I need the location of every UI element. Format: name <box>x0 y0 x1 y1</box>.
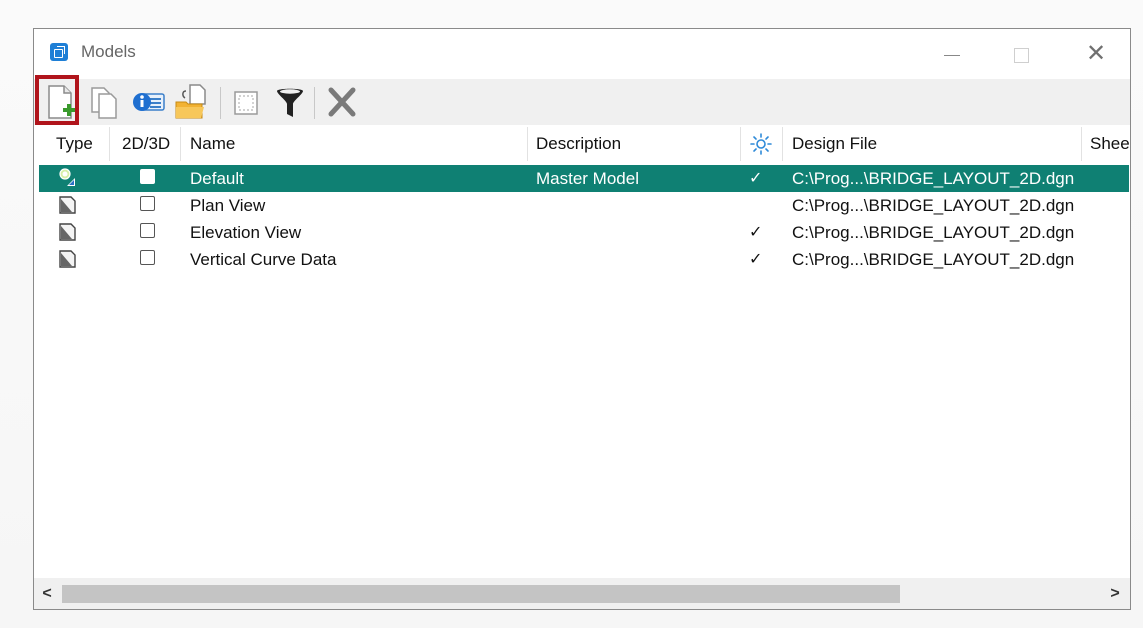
scroll-left-button[interactable]: < <box>36 578 58 609</box>
delete-x-icon <box>328 87 356 117</box>
column-name[interactable]: Name <box>190 127 235 161</box>
models-dialog: Models ✕ Type 2D/3D Name Description Des… <box>33 28 1131 610</box>
model-row-plan-view[interactable]: Plan View C:\Prog...\BRIDGE_LAYOUT_2D.dg… <box>39 192 1129 219</box>
scroll-right-button[interactable]: > <box>1104 578 1126 609</box>
column-type[interactable]: Type <box>56 127 93 161</box>
active-checkmark: ✓ <box>749 224 763 241</box>
column-active[interactable] <box>750 127 774 161</box>
close-button[interactable]: ✕ <box>1074 37 1118 71</box>
copy-model-button[interactable] <box>84 82 124 122</box>
2d3d-checkbox[interactable] <box>140 196 155 211</box>
window-title: Models <box>81 42 136 61</box>
horizontal-scrollbar[interactable]: < > <box>34 578 1130 609</box>
column-2d3d[interactable]: 2D/3D <box>122 127 170 161</box>
column-divider <box>109 127 110 161</box>
properties-icon <box>133 93 165 111</box>
model-name: Plan View <box>190 196 266 215</box>
column-sheet[interactable]: Shee <box>1090 127 1130 161</box>
drawing-model-icon <box>59 250 76 268</box>
create-model-highlight <box>35 75 79 125</box>
column-design-file[interactable]: Design File <box>792 127 877 161</box>
drawing-model-icon <box>59 223 76 241</box>
default-model-icon <box>59 168 75 186</box>
select-model-button[interactable] <box>226 82 266 122</box>
import-folder-icon <box>175 84 206 119</box>
column-divider <box>180 127 181 161</box>
delete-button[interactable] <box>322 82 362 122</box>
minimize-button[interactable] <box>930 37 974 71</box>
title-bar: Models ✕ <box>34 29 1130 79</box>
2d3d-checkbox[interactable] <box>140 250 155 265</box>
model-name: Elevation View <box>190 223 302 242</box>
model-design-file: C:\Prog...\BRIDGE_LAYOUT_2D.dgn <box>792 196 1075 215</box>
copy-icon <box>91 87 117 119</box>
model-design-file: C:\Prog...\BRIDGE_LAYOUT_2D.dgn <box>792 169 1075 188</box>
models-app-icon <box>50 43 68 61</box>
model-row-elevation-view[interactable]: Elevation View ✓ C:\Prog...\BRIDGE_LAYOU… <box>39 219 1129 246</box>
active-sun-icon <box>750 133 772 155</box>
maximize-button[interactable] <box>999 37 1043 71</box>
toolbar-separator <box>314 87 315 119</box>
model-name: Default <box>190 169 244 188</box>
import-model-button[interactable] <box>172 82 212 122</box>
scrollbar-thumb[interactable] <box>62 585 900 603</box>
model-row-default[interactable]: Default Master Model ✓ C:\Prog...\BRIDGE… <box>39 165 1129 192</box>
select-box-icon <box>234 91 258 115</box>
model-row-vertical-curve-data[interactable]: Vertical Curve Data ✓ C:\Prog...\BRIDGE_… <box>39 246 1129 273</box>
active-checkmark: ✓ <box>749 251 763 268</box>
column-description[interactable]: Description <box>536 127 621 161</box>
model-name: Vertical Curve Data <box>190 250 337 269</box>
filter-button[interactable] <box>270 82 310 122</box>
column-divider <box>782 127 783 161</box>
column-divider <box>740 127 741 161</box>
column-divider <box>1081 127 1082 161</box>
maximize-icon <box>1013 47 1029 63</box>
2d3d-checkbox[interactable] <box>140 223 155 238</box>
minimize-icon <box>944 54 960 56</box>
toolbar-separator <box>220 87 221 119</box>
edit-properties-button[interactable] <box>128 82 168 122</box>
list-header: Type 2D/3D Name Description Design File … <box>34 127 1130 161</box>
2d3d-checkbox[interactable] <box>140 169 155 184</box>
active-checkmark: ✓ <box>749 170 763 187</box>
drawing-model-icon <box>59 196 76 214</box>
filter-icon <box>277 88 303 117</box>
toolbar <box>34 79 1130 125</box>
model-description: Master Model <box>536 169 639 188</box>
model-design-file: C:\Prog...\BRIDGE_LAYOUT_2D.dgn <box>792 223 1075 242</box>
model-design-file: C:\Prog...\BRIDGE_LAYOUT_2D.dgn <box>792 250 1075 269</box>
column-divider <box>527 127 528 161</box>
